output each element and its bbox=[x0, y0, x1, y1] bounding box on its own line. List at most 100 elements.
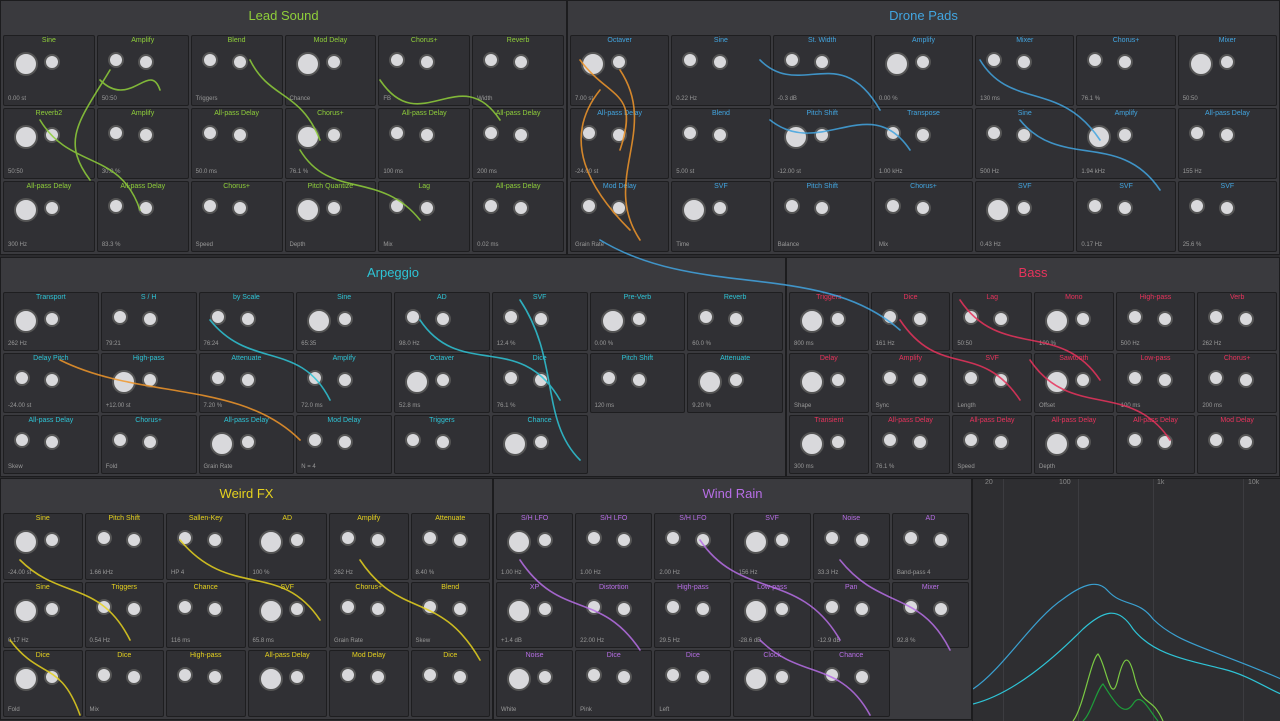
knob[interactable] bbox=[507, 667, 531, 692]
module-s-h-lfo[interactable]: S/H LFO 1.00 Hz bbox=[575, 513, 653, 580]
knob[interactable] bbox=[295, 52, 320, 76]
knob[interactable] bbox=[712, 200, 729, 216]
knob[interactable] bbox=[1044, 309, 1069, 333]
knob[interactable] bbox=[451, 669, 468, 686]
module-chorus[interactable]: Chorus+ Speed bbox=[190, 181, 283, 252]
knob[interactable] bbox=[451, 600, 468, 617]
module-chance[interactable]: Chance bbox=[812, 650, 890, 717]
knob[interactable] bbox=[502, 370, 519, 387]
module-pitch-shift[interactable]: Pitch Shift 120 ms bbox=[589, 353, 686, 413]
module-high-pass[interactable]: High-pass 29.5 Hz bbox=[654, 581, 732, 649]
knob[interactable] bbox=[44, 200, 60, 216]
knob[interactable] bbox=[1126, 431, 1143, 448]
knob[interactable] bbox=[14, 309, 38, 333]
knob[interactable] bbox=[340, 598, 356, 615]
module-sine[interactable]: Sine 0.22 Hz bbox=[671, 35, 771, 106]
module-transpose[interactable]: Transpose 1.00 kHz bbox=[873, 108, 974, 179]
knob[interactable] bbox=[1208, 370, 1225, 387]
module-sawtooth[interactable]: Sawtooth Offset bbox=[1033, 353, 1114, 413]
knob[interactable] bbox=[288, 600, 305, 617]
knob[interactable] bbox=[1044, 370, 1069, 395]
knob[interactable] bbox=[616, 532, 633, 548]
module-chorus[interactable]: Chorus+ 76.1 % bbox=[1076, 35, 1176, 106]
knob[interactable] bbox=[902, 530, 919, 546]
group-weird-fx[interactable]: Weird FX Sine -24.00 st Pitch Shift 1.66 kH… bbox=[0, 478, 493, 720]
knob[interactable] bbox=[1218, 200, 1235, 216]
knob[interactable] bbox=[914, 200, 931, 216]
module-sine[interactable]: Sine -24.00 st bbox=[3, 513, 83, 580]
module-all-pass-delay[interactable]: All-pass Delay 83.3 % bbox=[96, 181, 189, 252]
module-pitch-shift[interactable]: Pitch Shift Balance bbox=[772, 181, 872, 252]
knob[interactable] bbox=[370, 532, 386, 548]
knob[interactable] bbox=[231, 200, 248, 216]
knob[interactable] bbox=[419, 54, 436, 70]
knob[interactable] bbox=[325, 200, 342, 216]
knob[interactable] bbox=[95, 667, 112, 684]
knob[interactable] bbox=[111, 431, 128, 448]
knob[interactable] bbox=[209, 370, 226, 387]
knob[interactable] bbox=[830, 372, 846, 389]
knob[interactable] bbox=[337, 433, 354, 450]
knob[interactable] bbox=[14, 198, 38, 222]
module-high-pass[interactable]: High-pass +12.00 st bbox=[100, 353, 197, 413]
knob[interactable] bbox=[744, 530, 769, 554]
knob[interactable] bbox=[307, 309, 332, 333]
module-amplify[interactable]: Amplify 262 Hz bbox=[329, 513, 409, 580]
knob[interactable] bbox=[14, 125, 38, 149]
module-chance[interactable]: Chance 116 ms bbox=[166, 581, 246, 649]
knob[interactable] bbox=[532, 311, 549, 327]
knob[interactable] bbox=[1074, 433, 1091, 450]
knob[interactable] bbox=[507, 530, 531, 554]
module-dice[interactable]: Dice Mix bbox=[84, 650, 164, 717]
knob[interactable] bbox=[963, 370, 980, 387]
knob[interactable] bbox=[207, 669, 223, 686]
knob[interactable] bbox=[986, 125, 1003, 141]
knob[interactable] bbox=[1117, 127, 1134, 143]
knob[interactable] bbox=[14, 431, 30, 448]
knob[interactable] bbox=[537, 532, 553, 548]
module-pitch-quantize[interactable]: Pitch Quantize Depth bbox=[284, 181, 377, 252]
knob[interactable] bbox=[611, 54, 627, 70]
module-attenuate[interactable]: Attenuate 8.40 % bbox=[410, 513, 490, 580]
group-drone-pads[interactable]: Drone Pads Octaver 7.00 st Sine 0.22 Hz St. … bbox=[567, 0, 1280, 255]
knob[interactable] bbox=[44, 532, 60, 548]
knob[interactable] bbox=[532, 372, 549, 389]
knob[interactable] bbox=[419, 127, 436, 143]
knob[interactable] bbox=[630, 311, 647, 327]
module-lag[interactable]: Lag 50:50 bbox=[952, 292, 1032, 352]
knob[interactable] bbox=[405, 431, 421, 448]
module-xp[interactable]: XP +1.4 dB bbox=[496, 581, 574, 649]
knob[interactable] bbox=[986, 52, 1003, 68]
knob[interactable] bbox=[682, 125, 699, 141]
knob[interactable] bbox=[800, 431, 824, 456]
module-reverb2[interactable]: Reverb2 50:50 bbox=[3, 108, 95, 179]
module-chorus[interactable]: Chorus+ Fold bbox=[100, 414, 197, 474]
knob[interactable] bbox=[231, 127, 248, 143]
knob[interactable] bbox=[435, 372, 451, 389]
module-amplify[interactable]: Amplify 0.00 % bbox=[873, 35, 974, 106]
module-all-pass-delay[interactable]: All-pass Delay 0.02 ms bbox=[472, 181, 564, 252]
knob[interactable] bbox=[1238, 311, 1255, 327]
knob[interactable] bbox=[405, 370, 429, 395]
knob[interactable] bbox=[537, 669, 553, 686]
group-bass[interactable]: Bass Triggers 800 ms Dice 161 Hz Lag 50:50 Mon… bbox=[786, 257, 1280, 477]
knob[interactable] bbox=[435, 433, 451, 450]
module-by-scale[interactable]: by Scale 76:24 bbox=[198, 292, 295, 352]
knob[interactable] bbox=[600, 309, 625, 333]
knob[interactable] bbox=[1126, 370, 1143, 387]
knob[interactable] bbox=[884, 198, 901, 214]
knob[interactable] bbox=[823, 667, 840, 684]
knob[interactable] bbox=[1218, 127, 1235, 143]
group-arpeggio[interactable]: Arpeggio Transport 262 Hz S / H 79:21 by Sca… bbox=[0, 257, 786, 477]
module-s-h-lfo[interactable]: S/H LFO 2.00 Hz bbox=[654, 513, 732, 580]
module-svf[interactable]: SVF Time bbox=[671, 181, 771, 252]
knob[interactable] bbox=[744, 667, 769, 692]
knob[interactable] bbox=[337, 311, 354, 327]
module-mod-delay[interactable]: Mod Delay Grain Rate bbox=[570, 181, 670, 252]
knob[interactable] bbox=[611, 200, 627, 216]
knob[interactable] bbox=[665, 667, 682, 684]
knob[interactable] bbox=[630, 372, 647, 389]
knob[interactable] bbox=[421, 530, 438, 546]
module-all-pass-delay[interactable]: All-pass Delay 100 ms bbox=[378, 108, 471, 179]
knob[interactable] bbox=[586, 598, 603, 615]
